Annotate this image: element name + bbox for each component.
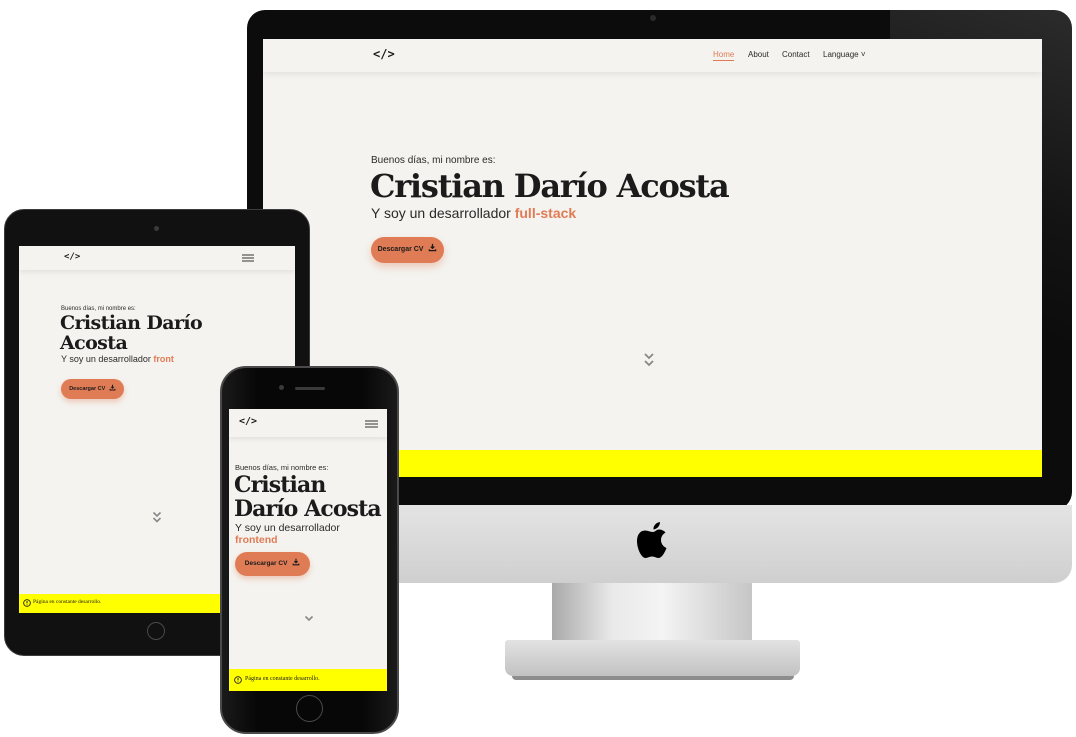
phone-speaker [295, 387, 325, 390]
tablet-camera [154, 226, 159, 231]
development-banner-text: Página en constante desarrollo. [245, 676, 320, 682]
hero-name: Cristian Darío Acosta [60, 312, 203, 354]
tablet-home-button [147, 622, 165, 640]
code-logo-icon[interactable]: </> [64, 252, 80, 262]
desktop-navbar: </> Home About Contact Language ˅ [263, 39, 1042, 72]
hero-role-highlight: front [153, 354, 174, 364]
hero-greeting: Buenos días, mi nombre es: [235, 463, 329, 472]
nav-link-contact[interactable]: Contact [782, 50, 810, 59]
desktop-stand-base [505, 640, 800, 676]
download-cv-button[interactable]: Descargar CV [61, 379, 124, 399]
code-logo-icon[interactable]: </> [373, 47, 395, 61]
hero-role-highlight: frontend [235, 534, 278, 546]
apple-logo-icon [636, 520, 670, 562]
phone-camera [279, 385, 284, 390]
hero-name: Cristian Darío Acosta [234, 472, 382, 522]
download-icon [292, 558, 300, 566]
nav-language-dropdown[interactable]: Language ˅ [823, 50, 866, 59]
desktop-camera [650, 15, 656, 21]
development-banner-text: Página en constante desarrollo. [33, 599, 102, 605]
info-icon [23, 599, 31, 607]
hamburger-menu-icon[interactable] [242, 254, 254, 262]
hero-role: Y soy un desarrollador front [61, 354, 174, 364]
hero-role-highlight: full-stack [514, 205, 577, 221]
hero-role-prefix: Y soy un desarrollador [235, 522, 340, 534]
hamburger-menu-icon[interactable] [365, 420, 378, 428]
hero-role: Y soy un desarrollador full-stack [371, 205, 576, 221]
hero-name: Cristian Darío Acosta [370, 167, 730, 205]
hero-role-prefix: Y soy un desarrollador [371, 205, 515, 221]
download-cv-label: Descargar CV [244, 560, 288, 567]
nav-link-home[interactable]: Home [713, 50, 735, 61]
code-logo-icon[interactable]: </> [239, 416, 257, 427]
download-cv-label: Descargar CV [69, 386, 106, 392]
phone-screen: </> Buenos días, mi nombre es: Cristian … [229, 409, 387, 691]
download-icon [109, 384, 116, 391]
download-cv-label: Descargar CV [377, 246, 424, 253]
info-icon [234, 676, 242, 684]
tablet-navbar: </> [19, 246, 295, 270]
download-cv-button[interactable]: Descargar CV [371, 237, 444, 263]
phone-home-button [296, 695, 323, 722]
scroll-down-chevron-icon[interactable] [304, 615, 314, 623]
scroll-down-chevron-icon[interactable] [643, 352, 655, 368]
download-icon [429, 243, 437, 252]
development-banner: Página en constante desarrollo. [229, 669, 387, 691]
phone-navbar: </> [229, 409, 387, 437]
hero-greeting: Buenos días, mi nombre es: [371, 155, 496, 166]
scroll-down-chevron-icon[interactable] [152, 511, 162, 523]
desktop-stand-neck [552, 583, 752, 643]
nav-link-about[interactable]: About [748, 50, 769, 59]
download-cv-button[interactable]: Descargar CV [235, 552, 310, 576]
hero-role-prefix: Y soy un desarrollador [61, 354, 154, 364]
hero-role: Y soy un desarrollador frontend [235, 522, 375, 546]
